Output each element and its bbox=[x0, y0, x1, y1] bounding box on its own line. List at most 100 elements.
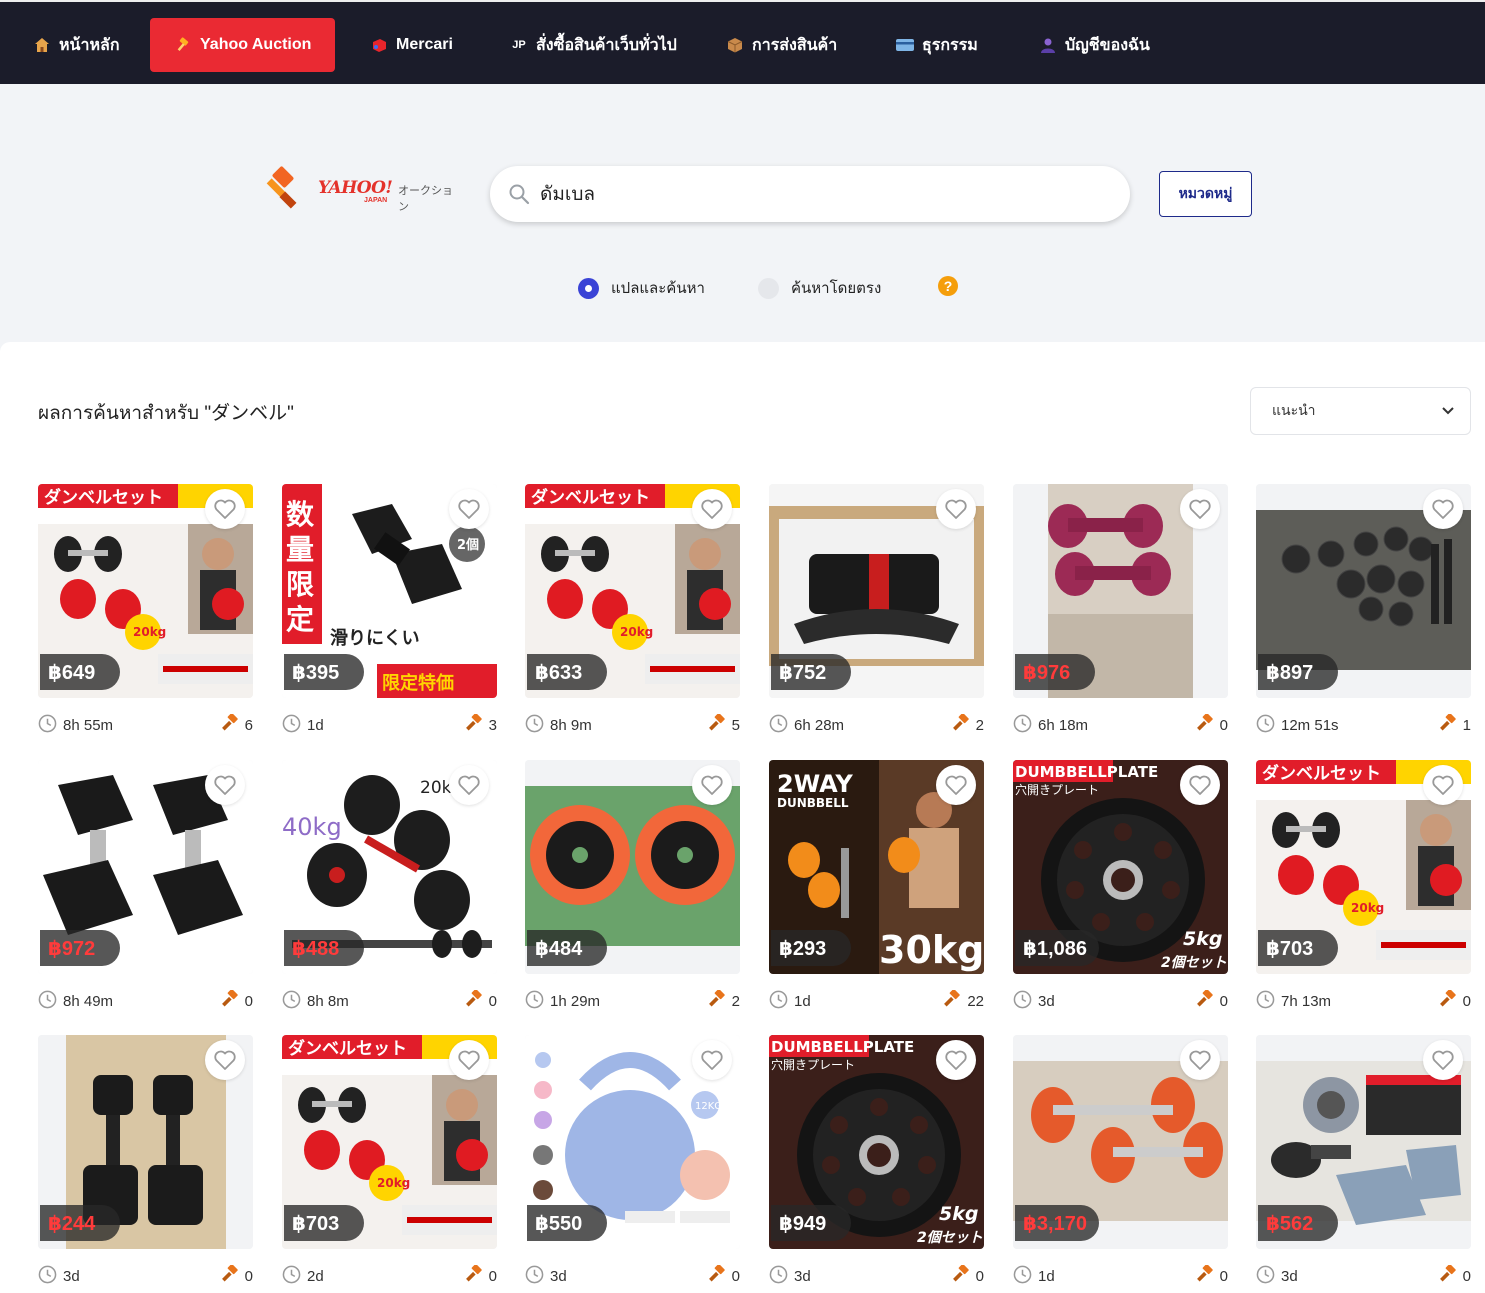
product-image[interactable]: ฿3,170 bbox=[1013, 1035, 1228, 1249]
clock-icon bbox=[1256, 714, 1275, 737]
product-image[interactable]: 数 量 限 定 2個 滑りにくい 限定特価 ฿395 bbox=[282, 484, 497, 698]
bid-count-value: 0 bbox=[1462, 992, 1471, 1010]
time-left: 6h 28m bbox=[769, 714, 844, 737]
product-image[interactable]: ダンベルセット 20kg ฿703 bbox=[1256, 760, 1471, 974]
heart-icon[interactable] bbox=[1423, 765, 1463, 805]
nav-yahoo-auction[interactable]: Yahoo Auction bbox=[150, 18, 336, 72]
product-card[interactable]: ダンベルセット 20kg ฿703 7h 13m 0 bbox=[1256, 760, 1471, 1020]
bid-count: 6 bbox=[221, 713, 253, 736]
time-left: 8h 49m bbox=[38, 990, 113, 1013]
product-meta: 3d 0 bbox=[769, 1255, 984, 1293]
search-input[interactable] bbox=[540, 183, 1100, 205]
gavel-icon bbox=[465, 989, 483, 1012]
heart-icon[interactable] bbox=[449, 765, 489, 805]
product-card[interactable]: ダンベルセット 20kg ฿703 2d 0 bbox=[282, 1035, 497, 1293]
heart-icon[interactable] bbox=[449, 489, 489, 529]
product-card[interactable]: ฿562 3d 0 bbox=[1256, 1035, 1471, 1293]
heart-icon[interactable] bbox=[205, 765, 245, 805]
time-left: 12m 51s bbox=[1256, 714, 1339, 737]
product-image[interactable]: ฿752 bbox=[769, 484, 984, 698]
product-card[interactable]: ฿3,170 1d 0 bbox=[1013, 1035, 1228, 1293]
category-button[interactable]: หมวดหมู่ bbox=[1159, 171, 1252, 217]
heart-icon[interactable] bbox=[1180, 1040, 1220, 1080]
product-image[interactable]: ฿562 bbox=[1256, 1035, 1471, 1249]
radio-translate[interactable] bbox=[578, 277, 599, 299]
product-meta: 1d 22 bbox=[769, 980, 984, 1020]
sort-select[interactable]: แนะนำ bbox=[1250, 387, 1471, 435]
bid-count: 0 bbox=[1439, 1264, 1471, 1287]
svg-text:5kg: 5kg bbox=[1183, 928, 1222, 950]
product-image[interactable]: ฿244 bbox=[38, 1035, 253, 1249]
product-card[interactable]: 2WAY DUNBBELL 30kg ฿293 1d 22 bbox=[769, 760, 984, 1020]
bid-count: 0 bbox=[1196, 713, 1228, 736]
product-card[interactable]: ダンベルセット 20kg ฿649 8h 55m 6 bbox=[38, 484, 253, 744]
mode-direct-option[interactable]: ค้นหาโดยตรง bbox=[758, 276, 881, 300]
clock-icon bbox=[525, 714, 544, 737]
product-image[interactable]: DUMBBELLPLATE 穴開きプレート 5kg 2個セット ฿1,086 bbox=[1013, 760, 1228, 974]
clock-icon bbox=[1013, 714, 1032, 737]
clock-icon bbox=[1256, 990, 1275, 1013]
bid-count-value: 0 bbox=[1219, 716, 1228, 734]
product-card[interactable]: 数 量 限 定 2個 滑りにくい 限定特価 ฿395 1d 3 bbox=[282, 484, 497, 744]
heart-icon[interactable] bbox=[1423, 1040, 1463, 1080]
nav-home[interactable]: หน้าหลัก bbox=[33, 18, 120, 72]
product-image[interactable]: DUMBBELLPLATE 穴開きプレート 5kg 2個セット ฿949 bbox=[769, 1035, 984, 1249]
radio-direct[interactable] bbox=[758, 277, 779, 299]
time-left: 1d bbox=[769, 990, 811, 1013]
nav-general-order[interactable]: JP สั่งซื้อสินค้าเว็บทั่วไป bbox=[510, 18, 677, 72]
mode-translate-option[interactable]: แปลและค้นหา bbox=[578, 276, 705, 300]
product-card[interactable]: ฿972 8h 49m 0 bbox=[38, 760, 253, 1020]
product-image[interactable]: 2WAY DUNBBELL 30kg ฿293 bbox=[769, 760, 984, 974]
nav-shipping[interactable]: การส่งสินค้า bbox=[726, 18, 837, 72]
help-icon[interactable]: ? bbox=[938, 276, 958, 296]
product-image[interactable]: ฿976 bbox=[1013, 484, 1228, 698]
heart-icon[interactable] bbox=[936, 1040, 976, 1080]
bid-count: 0 bbox=[221, 1264, 253, 1287]
product-image[interactable]: ダンベルセット 20kg ฿703 bbox=[282, 1035, 497, 1249]
heart-icon[interactable] bbox=[205, 1040, 245, 1080]
price-badge: ฿484 bbox=[527, 930, 607, 966]
heart-icon[interactable] bbox=[692, 489, 732, 529]
time-left-value: 1d bbox=[794, 993, 811, 1010]
product-image[interactable]: ダンベルセット 20kg ฿633 bbox=[525, 484, 740, 698]
heart-icon[interactable] bbox=[692, 1040, 732, 1080]
product-image[interactable]: ฿897 bbox=[1256, 484, 1471, 698]
product-card[interactable]: ฿244 3d 0 bbox=[38, 1035, 253, 1293]
product-card[interactable]: 12KG ฿550 3d 0 bbox=[525, 1035, 740, 1293]
heart-icon[interactable] bbox=[1423, 489, 1463, 529]
gavel-icon bbox=[943, 989, 961, 1012]
logo-yahoo-text: YAHOO! bbox=[318, 178, 393, 198]
clock-icon bbox=[1013, 990, 1032, 1013]
heart-icon[interactable] bbox=[449, 1040, 489, 1080]
product-image[interactable]: ฿972 bbox=[38, 760, 253, 974]
nav-account[interactable]: บัญชีของฉัน bbox=[1039, 18, 1150, 72]
clock-icon bbox=[1256, 1265, 1275, 1288]
heart-icon[interactable] bbox=[205, 489, 245, 529]
heart-icon[interactable] bbox=[692, 765, 732, 805]
product-card[interactable]: DUMBBELLPLATE 穴開きプレート 5kg 2個セット ฿1,086 3… bbox=[1013, 760, 1228, 1020]
svg-text:2WAY: 2WAY bbox=[777, 770, 853, 798]
product-card[interactable]: ダンベルセット 20kg ฿633 8h 9m 5 bbox=[525, 484, 740, 744]
product-card[interactable]: ฿897 12m 51s 1 bbox=[1256, 484, 1471, 744]
mode-translate-label: แปลและค้นหา bbox=[611, 280, 705, 297]
product-image[interactable]: 40kg 20k ฿488 bbox=[282, 760, 497, 974]
time-left: 1d bbox=[1013, 1265, 1055, 1288]
product-card[interactable]: DUMBBELLPLATE 穴開きプレート 5kg 2個セット ฿949 3d … bbox=[769, 1035, 984, 1293]
nav-mercari[interactable]: Mercari bbox=[370, 18, 453, 72]
product-card[interactable]: ฿752 6h 28m 2 bbox=[769, 484, 984, 744]
product-card[interactable]: ฿484 1h 29m 2 bbox=[525, 760, 740, 1020]
product-card[interactable]: ฿976 6h 18m 0 bbox=[1013, 484, 1228, 744]
nav-transactions[interactable]: ธุรกรรม bbox=[896, 18, 978, 72]
heart-icon[interactable] bbox=[1180, 765, 1220, 805]
svg-text:20kg: 20kg bbox=[133, 625, 166, 639]
product-image[interactable]: 12KG ฿550 bbox=[525, 1035, 740, 1249]
product-image[interactable]: ฿484 bbox=[525, 760, 740, 974]
product-card[interactable]: 40kg 20k ฿488 8h 8m 0 bbox=[282, 760, 497, 1020]
heart-icon[interactable] bbox=[1180, 489, 1220, 529]
yahoo-auction-logo[interactable]: YAHOO! JAPAN オークション bbox=[260, 164, 460, 214]
gavel-icon bbox=[952, 1264, 970, 1287]
product-image[interactable]: ダンベルセット 20kg ฿649 bbox=[38, 484, 253, 698]
bid-count-value: 0 bbox=[244, 992, 253, 1010]
heart-icon[interactable] bbox=[936, 489, 976, 529]
heart-icon[interactable] bbox=[936, 765, 976, 805]
